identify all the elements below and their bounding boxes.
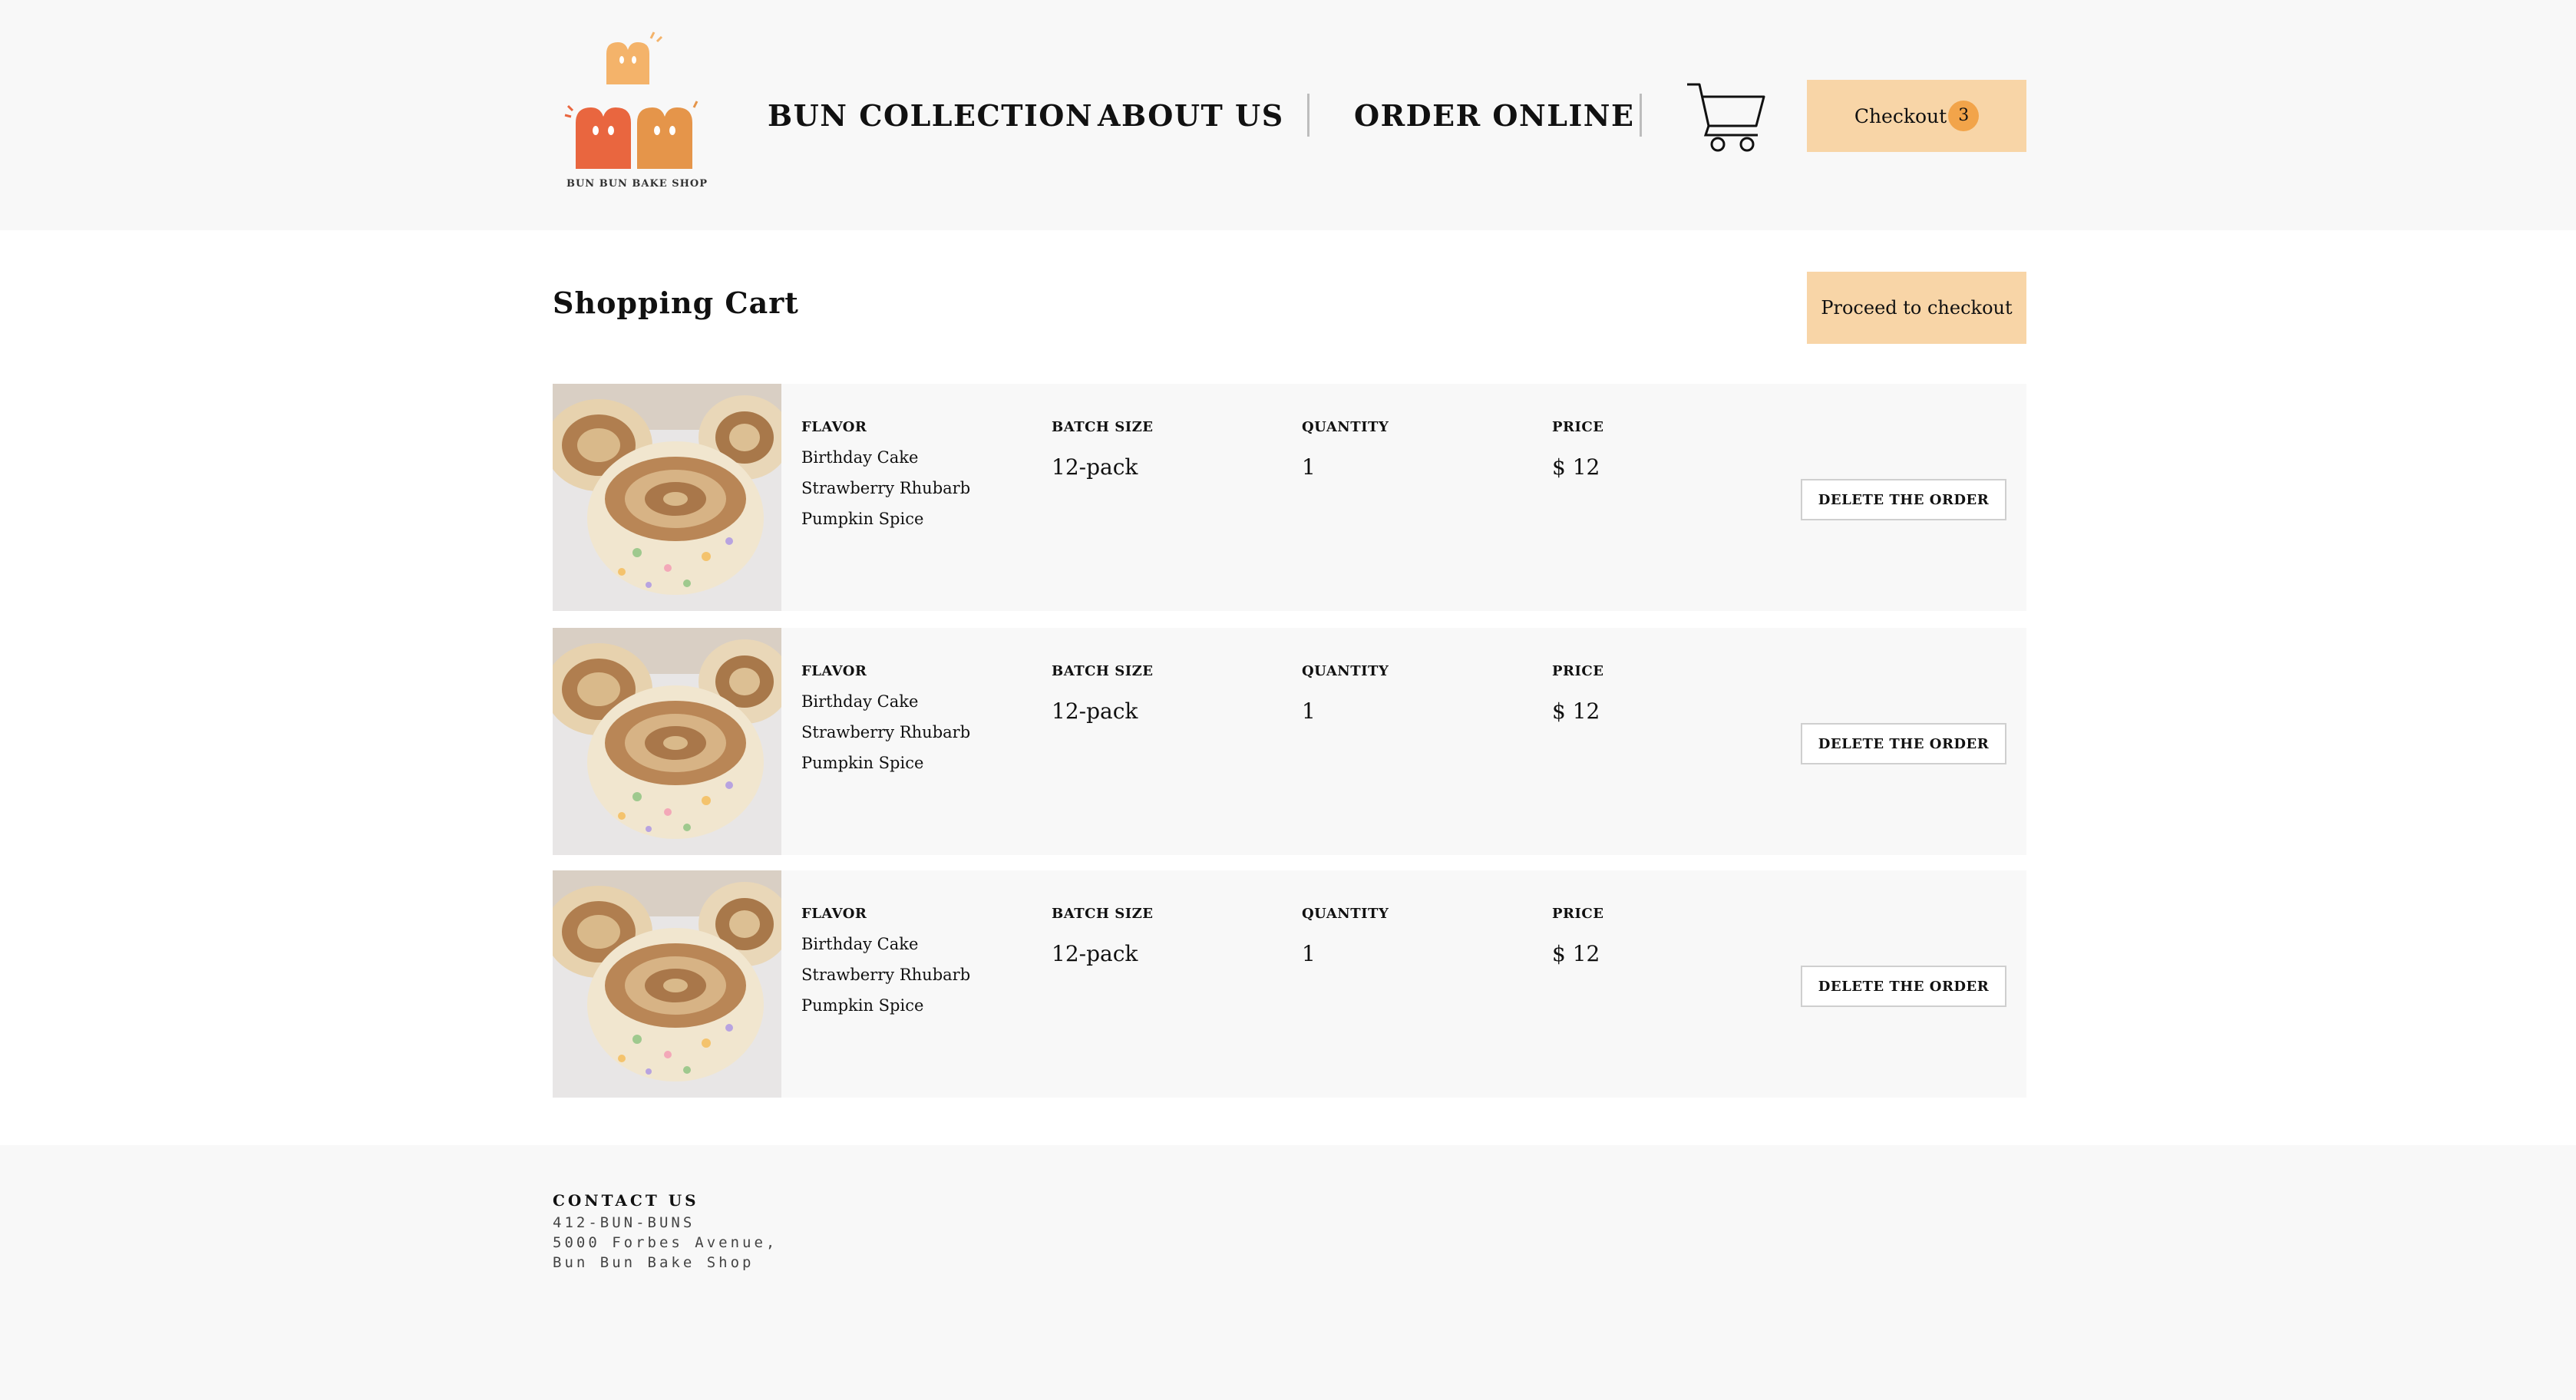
checkout-label: Checkout (1854, 104, 1947, 127)
batch-size-label: BATCH SIZE (1052, 906, 1154, 922)
contact-title: CONTACT US (553, 1191, 699, 1210)
cart-item-row: FLAVOR Birthday Cake Strawberry Rhubarb … (553, 628, 2026, 855)
nav-divider (1640, 94, 1642, 137)
page-title: Shopping Cart (553, 286, 799, 320)
price-value: $ 12 (1552, 698, 1600, 724)
batch-size-label: BATCH SIZE (1052, 663, 1154, 679)
flavor-item: Birthday Cake (801, 448, 919, 467)
price-label: PRICE (1552, 906, 1604, 922)
flavor-label: FLAVOR (801, 419, 867, 435)
delete-order-button[interactable]: DELETE THE ORDER (1801, 966, 2006, 1007)
cinnamon-bun-image (553, 384, 781, 611)
cinnamon-bun-image (553, 870, 781, 1098)
cart-item-row: FLAVOR Birthday Cake Strawberry Rhubarb … (553, 870, 2026, 1098)
contact-phone: 412-BUN-BUNS (553, 1214, 695, 1231)
cart-item-image (553, 628, 781, 855)
contact-address: 5000 Forbes Avenue, (553, 1234, 778, 1251)
flavor-item: Birthday Cake (801, 935, 919, 953)
cart-item-row: FLAVOR Birthday Cake Strawberry Rhubarb … (553, 384, 2026, 611)
flavor-item: Strawberry Rhubarb (801, 966, 971, 984)
quantity-value: 1 (1302, 454, 1316, 480)
flavor-item: Pumpkin Spice (801, 510, 924, 528)
quantity-label: QUANTITY (1302, 906, 1389, 922)
cart-item-image (553, 384, 781, 611)
flavor-item: Strawberry Rhubarb (801, 479, 971, 497)
delete-order-button[interactable]: DELETE THE ORDER (1801, 723, 2006, 764)
price-label: PRICE (1552, 663, 1604, 679)
batch-size-value: 12-pack (1052, 454, 1138, 480)
checkout-button[interactable]: Checkout 3 (1807, 80, 2026, 152)
proceed-to-checkout-button[interactable]: Proceed to checkout (1807, 272, 2026, 344)
contact-shop: Bun Bun Bake Shop (553, 1254, 755, 1271)
quantity-label: QUANTITY (1302, 663, 1389, 679)
batch-size-value: 12-pack (1052, 941, 1138, 966)
site-footer: CONTACT US 412-BUN-BUNS 5000 Forbes Aven… (0, 1145, 2576, 1400)
nav-divider (1307, 94, 1309, 137)
cinnamon-bun-image (553, 628, 781, 855)
nav-bun-collection[interactable]: BUN COLLECTION (768, 97, 1093, 135)
cart-icon[interactable] (1686, 80, 1765, 154)
logo-buns-icon (564, 31, 698, 169)
delete-order-button[interactable]: DELETE THE ORDER (1801, 479, 2006, 520)
logo-text: BUN BUN BAKE SHOP (566, 178, 708, 190)
quantity-value: 1 (1302, 941, 1316, 966)
price-value: $ 12 (1552, 941, 1600, 966)
batch-size-value: 12-pack (1052, 698, 1138, 724)
cart-count-badge: 3 (1948, 101, 1980, 131)
flavor-item: Pumpkin Spice (801, 754, 924, 772)
bun-bun-logo[interactable]: BUN BUN BAKE SHOP (553, 31, 722, 200)
quantity-label: QUANTITY (1302, 419, 1389, 435)
price-value: $ 12 (1552, 454, 1600, 480)
batch-size-label: BATCH SIZE (1052, 419, 1154, 435)
flavor-label: FLAVOR (801, 906, 867, 922)
flavor-item: Strawberry Rhubarb (801, 723, 971, 741)
price-label: PRICE (1552, 419, 1604, 435)
nav-order-online[interactable]: ORDER ONLINE (1354, 97, 1634, 135)
nav-about-us[interactable]: ABOUT US (1098, 97, 1284, 135)
cart-item-image (553, 870, 781, 1098)
flavor-item: Birthday Cake (801, 692, 919, 711)
site-header: BUN BUN BAKE SHOP BUN COLLECTION ABOUT U… (0, 0, 2576, 230)
flavor-item: Pumpkin Spice (801, 996, 924, 1015)
flavor-label: FLAVOR (801, 663, 867, 679)
quantity-value: 1 (1302, 698, 1316, 724)
